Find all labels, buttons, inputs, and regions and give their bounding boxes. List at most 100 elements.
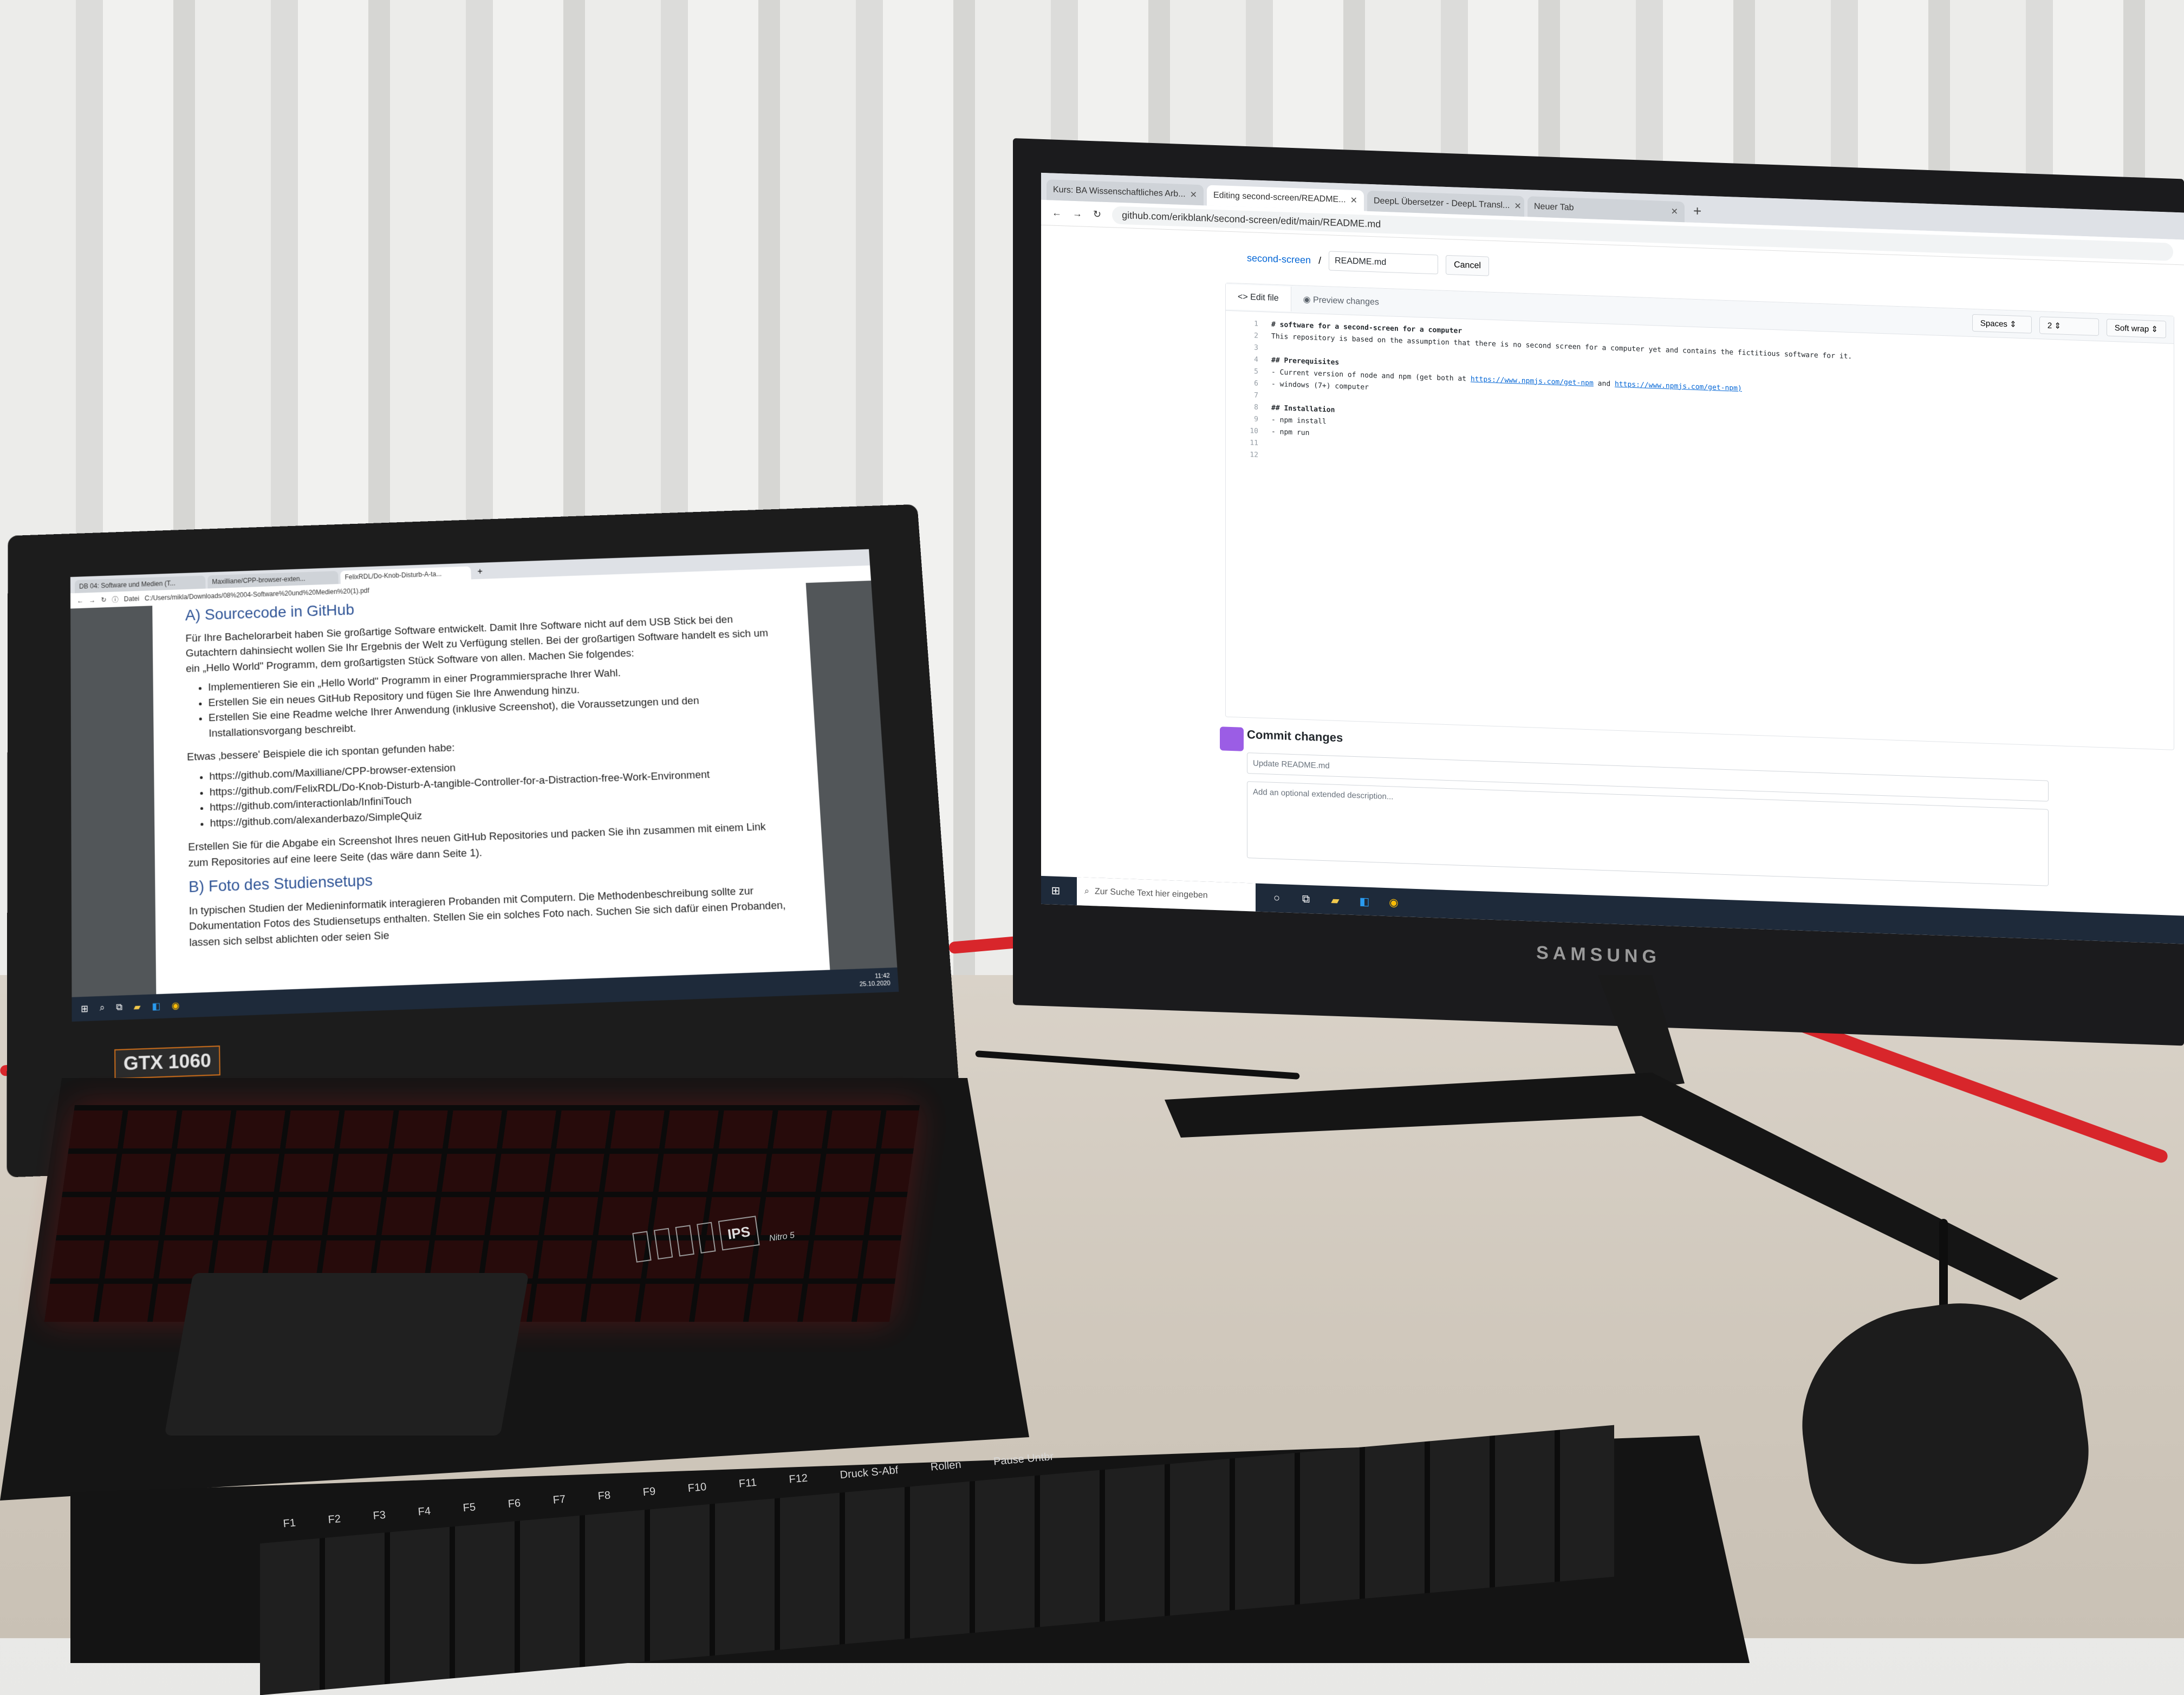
chrome-icon[interactable]: ◉	[172, 999, 180, 1011]
line-text: ## Installation	[1271, 404, 1335, 414]
chrome-icon[interactable]: ◉	[1386, 894, 1402, 911]
gpu-badge: GTX 1060	[114, 1045, 220, 1080]
monitor-brand-logo: SAMSUNG	[1536, 942, 1661, 967]
indent-size-select[interactable]: 2 ⇕	[2039, 316, 2099, 336]
cancel-button[interactable]: Cancel	[1446, 255, 1489, 276]
keyboard-key: F3	[372, 1509, 386, 1522]
task-view-icon[interactable]: ⧉	[116, 1002, 122, 1013]
select-value: Soft wrap	[2114, 323, 2149, 334]
keyboard-key: F6	[507, 1497, 522, 1510]
line-number: 8	[1254, 403, 1258, 412]
search-icon[interactable]: ⌕	[100, 1003, 105, 1014]
tab-edit-file[interactable]: <> Edit file	[1226, 284, 1291, 311]
keyboard-key: F10	[687, 1480, 707, 1495]
chevron-updown-icon: ⇕	[2054, 321, 2061, 331]
line-number: 11	[1250, 438, 1258, 447]
tab-label: Edit file	[1250, 293, 1279, 303]
reload-icon[interactable]: ↻	[1093, 209, 1101, 220]
close-icon[interactable]: ✕	[1350, 195, 1357, 206]
monitor-stand	[1165, 975, 2058, 1300]
keyboard-key: F7	[552, 1493, 567, 1506]
search-icon: ⌕	[1084, 886, 1089, 896]
sticker	[653, 1228, 673, 1260]
line-text: - windows (7+) computer	[1271, 380, 1369, 392]
chevron-updown-icon: ⇕	[2010, 320, 2017, 329]
keyboard-key: F8	[597, 1489, 612, 1503]
line-number: 9	[1254, 415, 1258, 424]
breadcrumb: second-screen / README.md Cancel	[1247, 248, 1489, 276]
search-placeholder: Zur Suche Text hier eingeben	[1094, 887, 1208, 900]
laptop-screen: DB 04: Software und Medien (T... Maxilli…	[70, 549, 899, 1022]
filename-input[interactable]: README.md	[1329, 251, 1439, 275]
select-value: 2	[2047, 321, 2052, 330]
file-editor: <> Edit file ◉ Preview changes Spaces ⇕ …	[1225, 282, 2174, 750]
address-prefix: Datei	[123, 594, 140, 603]
tab-label: Kurs: BA Wissenschaftliches Arb...	[1053, 185, 1186, 199]
windows-start-icon[interactable]: ⊞	[1048, 882, 1064, 899]
file-explorer-icon[interactable]: ▰	[1327, 892, 1343, 908]
tab-preview-changes[interactable]: ◉ Preview changes	[1291, 286, 1391, 315]
chevron-updown-icon: ⇕	[2151, 324, 2158, 334]
avatar	[1220, 726, 1244, 751]
vscode-icon[interactable]: ◧	[1356, 893, 1373, 910]
commit-form: Commit changes Update README.md Add an o…	[1220, 726, 2049, 886]
wrap-mode-select[interactable]: Soft wrap ⇕	[2106, 319, 2166, 339]
keyboard-key: F9	[642, 1485, 656, 1499]
new-tab-icon[interactable]: +	[1688, 203, 1707, 223]
tab-label: DeepL Übersetzer - DeepL Transl...	[1374, 196, 1510, 211]
keyboard-key: F12	[788, 1472, 808, 1486]
clock-date: 25.10.2020	[859, 979, 891, 988]
laptop: DB 04: Software und Medien (T... Maxilli…	[6, 504, 964, 1178]
line-number: 7	[1254, 391, 1258, 400]
repo-link[interactable]: second-screen	[1247, 252, 1311, 266]
close-icon[interactable]: ✕	[1190, 189, 1197, 200]
reload-icon[interactable]: ↻	[101, 596, 106, 603]
editor-options: Spaces ⇕ 2 ⇕ Soft wrap ⇕	[1972, 314, 2174, 339]
breadcrumb-separator: /	[1318, 255, 1322, 266]
tab-label: Editing second-screen/README...	[1213, 190, 1346, 205]
forward-arrow-icon[interactable]: →	[1072, 207, 1082, 219]
code-icon: <>	[1238, 292, 1251, 302]
vscode-icon[interactable]: ◧	[152, 1001, 160, 1012]
cortana-icon[interactable]: ○	[1269, 889, 1285, 906]
new-tab-icon[interactable]: +	[473, 567, 487, 579]
forward-arrow-icon[interactable]: →	[89, 596, 95, 605]
line-text: - npm run	[1271, 427, 1310, 437]
mouse-cord	[1939, 1219, 1948, 1316]
pdf-page: A) Sourcecode in GitHub Für Ihre Bachelo…	[152, 583, 830, 995]
close-icon[interactable]: ✕	[1514, 200, 1521, 211]
sticker	[697, 1222, 716, 1254]
line-number: 2	[1254, 332, 1258, 340]
tab-label: Neuer Tab	[1534, 202, 1574, 213]
back-arrow-icon[interactable]: ←	[77, 596, 83, 605]
line-number: 5	[1254, 367, 1258, 376]
line-text: ## Prerequisites	[1271, 356, 1340, 367]
windows-start-icon[interactable]: ⊞	[81, 1003, 88, 1015]
keyboard-key: Rollen	[929, 1458, 962, 1473]
eye-icon: ◉	[1303, 295, 1314, 305]
file-explorer-icon[interactable]: ▰	[134, 1001, 141, 1013]
github-edit-page: second-screen / README.md Cancel <> Edit…	[1041, 225, 2184, 944]
line-number: 3	[1254, 343, 1258, 352]
taskbar-search[interactable]: ⌕ Zur Suche Text hier eingeben	[1077, 877, 1256, 912]
keyboard-key: F5	[462, 1501, 476, 1515]
keyboard-key: F1	[282, 1517, 296, 1530]
sticker	[675, 1225, 694, 1257]
taskbar-clock[interactable]: 11:42 25.10.2020	[859, 972, 899, 989]
indent-mode-select[interactable]: Spaces ⇕	[1972, 314, 2032, 334]
line-number: 4	[1254, 355, 1258, 364]
select-value: Spaces	[1980, 319, 2007, 329]
tab-label: FelixRDL/Do-Knob-Disturb-A-ta...	[344, 570, 442, 581]
keyboard-key: F2	[327, 1512, 341, 1526]
task-view-icon[interactable]: ⧉	[1298, 891, 1314, 907]
line-number: 1	[1254, 320, 1258, 328]
sticker-ips: IPS	[718, 1216, 760, 1251]
close-icon[interactable]: ✕	[1671, 206, 1678, 217]
monitor-screen: Kurs: BA Wissenschaftliches Arb... ✕ Edit…	[1041, 172, 2184, 944]
keyboard-key: F4	[417, 1505, 431, 1518]
line-number: 12	[1250, 450, 1258, 459]
code-area[interactable]: 1 # software for a second-screen for a co…	[1226, 317, 2174, 493]
tab-label: Preview changes	[1313, 295, 1379, 307]
back-arrow-icon[interactable]: ←	[1052, 207, 1062, 219]
line-number: 6	[1254, 379, 1258, 388]
